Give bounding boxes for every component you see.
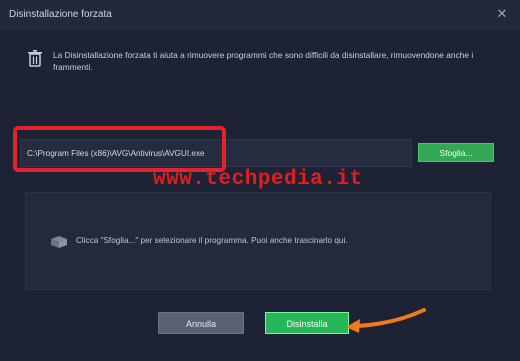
title-bar: Disinstallazione forzata ✕ <box>0 0 520 30</box>
watermark: www.techpedia.it <box>153 168 363 191</box>
drop-zone-hint: Clicca "Sfoglia..." per selezionare il p… <box>76 236 348 245</box>
close-icon[interactable]: ✕ <box>494 6 510 22</box>
trash-icon <box>28 50 42 67</box>
box-icon <box>51 236 67 248</box>
info-description: La Disinstallazione forzata ti aiuta a r… <box>53 50 474 72</box>
arrow-annotation <box>346 308 426 333</box>
highlight-annotation <box>13 126 226 172</box>
uninstall-button[interactable]: Disinstalla <box>265 312 349 334</box>
browse-button[interactable]: Sfoglia... <box>418 143 494 162</box>
window-title: Disinstallazione forzata <box>9 9 112 20</box>
cancel-button[interactable]: Annulla <box>158 312 244 334</box>
